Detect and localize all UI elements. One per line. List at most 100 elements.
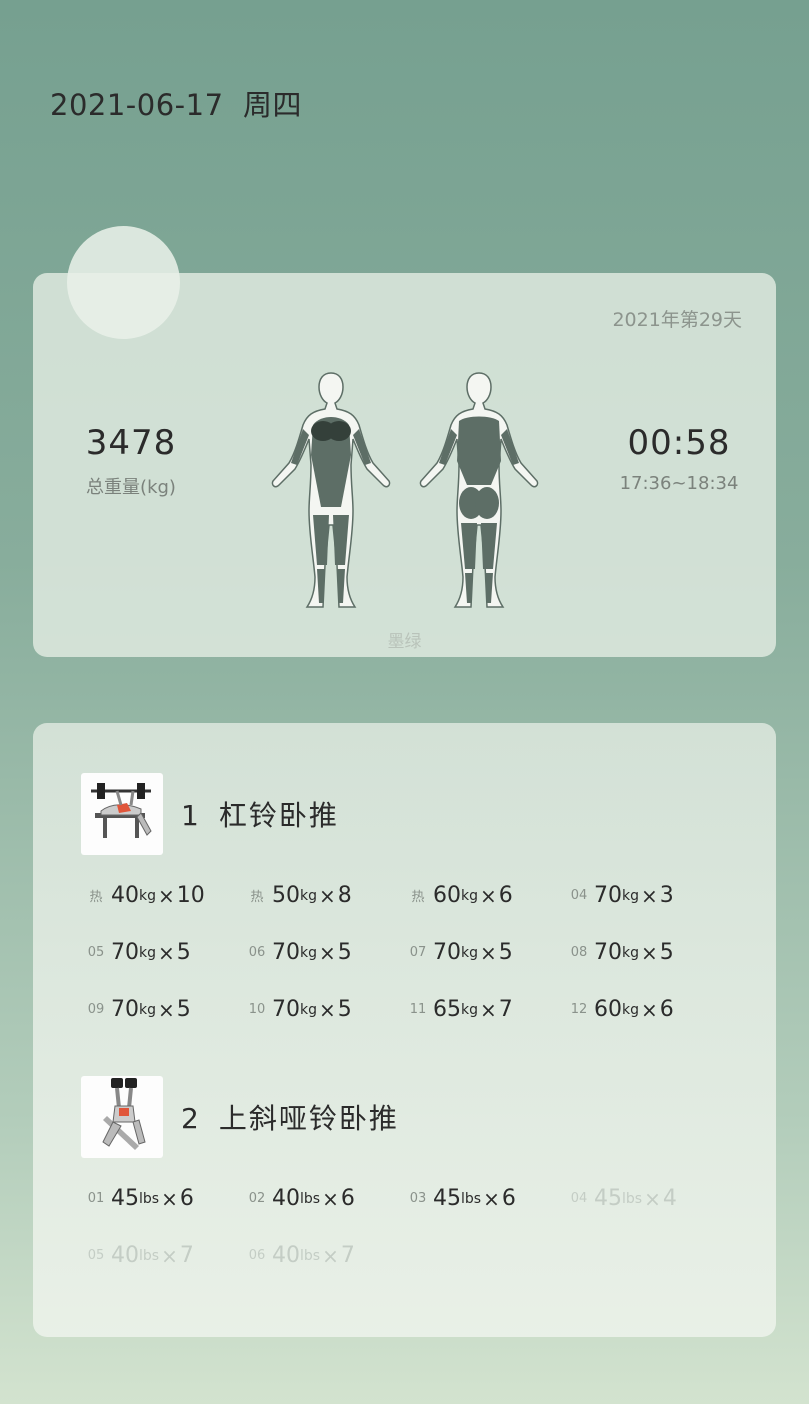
set-weight: 40 <box>111 883 139 908</box>
set-unit: lbs <box>300 1247 321 1264</box>
set-index: 12 <box>570 1002 588 1017</box>
multiply-sign: × <box>480 997 497 1022</box>
set-weight: 40 <box>111 1243 139 1268</box>
set-grid: 热 40 kg × 10 热 50 kg × 8 热 60 kg × 6 04 70 kg × 3 05 70 kg × 5 06… <box>81 867 725 1038</box>
multiply-sign: × <box>161 1243 178 1268</box>
set-item[interactable]: 03 45 lbs × 6 <box>403 1170 564 1227</box>
theme-label: 墨绿 <box>387 632 422 652</box>
set-item[interactable]: 01 45 lbs × 6 <box>81 1170 242 1227</box>
set-unit: lbs <box>461 1190 482 1207</box>
total-weight-value: 3478 <box>85 423 177 463</box>
set-reps: 6 <box>501 1186 516 1211</box>
set-item[interactable]: 09 70 kg × 5 <box>81 981 242 1038</box>
multiply-sign: × <box>158 940 175 965</box>
set-reps: 6 <box>659 997 674 1022</box>
duration-stat: 00:58 17:36~18:34 <box>605 423 753 494</box>
exercise-2[interactable]: 2 上斜哑铃卧推 01 45 lbs × 6 02 40 lbs × 6 03 45 lbs × 6 04 45 l… <box>81 1076 725 1284</box>
set-index: 05 <box>87 945 105 960</box>
set-unit: kg <box>300 1001 317 1018</box>
set-weight: 70 <box>433 940 461 965</box>
set-weight: 50 <box>272 883 300 908</box>
set-reps: 7 <box>179 1243 194 1268</box>
muscle-map <box>271 372 539 608</box>
set-unit: kg <box>139 1001 156 1018</box>
set-index: 08 <box>570 945 588 960</box>
set-weight: 70 <box>111 940 139 965</box>
weekday-text: 周四 <box>242 88 302 122</box>
set-item[interactable]: 02 40 lbs × 6 <box>242 1170 403 1227</box>
exercise-name: 上斜哑铃卧推 <box>218 1102 399 1135</box>
exercise-title: 2 上斜哑铃卧推 <box>181 1097 399 1137</box>
set-reps: 7 <box>498 997 513 1022</box>
multiply-sign: × <box>644 1186 661 1211</box>
set-reps: 8 <box>337 883 352 908</box>
set-item[interactable]: 11 65 kg × 7 <box>403 981 564 1038</box>
front-body-icon <box>271 372 391 608</box>
multiply-sign: × <box>480 940 497 965</box>
set-reps: 7 <box>340 1243 355 1268</box>
set-unit: kg <box>461 944 478 961</box>
multiply-sign: × <box>158 997 175 1022</box>
multiply-sign: × <box>483 1186 500 1211</box>
multiply-sign: × <box>322 1243 339 1268</box>
set-item[interactable]: 06 40 lbs × 7 <box>242 1227 403 1284</box>
set-index: 07 <box>409 945 427 960</box>
set-unit: kg <box>461 887 478 904</box>
set-item[interactable]: 06 70 kg × 5 <box>242 924 403 981</box>
set-item[interactable]: 04 70 kg × 3 <box>564 867 725 924</box>
set-item[interactable]: 07 70 kg × 5 <box>403 924 564 981</box>
set-unit: kg <box>300 887 317 904</box>
multiply-sign: × <box>480 883 497 908</box>
exercise-index: 1 <box>181 799 201 832</box>
set-item[interactable]: 05 70 kg × 5 <box>81 924 242 981</box>
multiply-sign: × <box>641 997 658 1022</box>
multiply-sign: × <box>161 1186 178 1211</box>
exercise-card: 1 杠铃卧推 热 40 kg × 10 热 50 kg × 8 热 60 kg × 6 04 70 kg × 3 05 70… <box>33 723 776 1337</box>
multiply-sign: × <box>322 1186 339 1211</box>
set-reps: 5 <box>337 940 352 965</box>
date-header: 2021-06-17 周四 <box>50 82 302 124</box>
date-text: 2021-06-17 <box>50 88 224 122</box>
set-index: 06 <box>248 1248 266 1263</box>
set-reps: 6 <box>498 883 513 908</box>
set-unit: lbs <box>139 1247 160 1264</box>
set-item[interactable]: 热 50 kg × 8 <box>242 867 403 924</box>
set-unit: kg <box>622 887 639 904</box>
set-reps: 6 <box>340 1186 355 1211</box>
set-reps: 5 <box>498 940 513 965</box>
exercise-title: 1 杠铃卧推 <box>181 794 339 834</box>
set-item[interactable]: 热 40 kg × 10 <box>81 867 242 924</box>
set-index: 热 <box>89 890 103 905</box>
set-unit: kg <box>139 944 156 961</box>
day-count: 2021年第29天 <box>612 309 742 331</box>
set-reps: 10 <box>176 883 205 908</box>
set-index: 05 <box>87 1248 105 1263</box>
decorative-bubble <box>67 226 180 339</box>
exercise-name: 杠铃卧推 <box>218 799 339 832</box>
set-weight: 40 <box>272 1243 300 1268</box>
set-item[interactable]: 04 45 lbs × 4 <box>564 1170 725 1227</box>
back-body-icon <box>419 372 539 608</box>
set-index: 06 <box>248 945 266 960</box>
set-item[interactable]: 08 70 kg × 5 <box>564 924 725 981</box>
set-item[interactable]: 10 70 kg × 5 <box>242 981 403 1038</box>
set-weight: 70 <box>272 940 300 965</box>
barbell-bench-press-icon <box>81 773 163 855</box>
set-reps: 5 <box>176 940 191 965</box>
set-item[interactable]: 05 40 lbs × 7 <box>81 1227 242 1284</box>
set-reps: 5 <box>176 997 191 1022</box>
set-index: 02 <box>248 1191 266 1206</box>
set-index: 热 <box>411 890 425 905</box>
set-weight: 70 <box>111 997 139 1022</box>
set-index: 10 <box>248 1002 266 1017</box>
set-item[interactable]: 热 60 kg × 6 <box>403 867 564 924</box>
set-item[interactable]: 12 60 kg × 6 <box>564 981 725 1038</box>
multiply-sign: × <box>641 940 658 965</box>
multiply-sign: × <box>319 883 336 908</box>
exercise-index: 2 <box>181 1102 201 1135</box>
set-unit: kg <box>622 944 639 961</box>
total-weight-label: 总重量(kg) <box>86 477 176 498</box>
exercise-1[interactable]: 1 杠铃卧推 热 40 kg × 10 热 50 kg × 8 热 60 kg × 6 04 70 kg × 3 05 70… <box>81 773 725 1038</box>
set-index: 热 <box>250 890 264 905</box>
set-weight: 45 <box>594 1186 622 1211</box>
